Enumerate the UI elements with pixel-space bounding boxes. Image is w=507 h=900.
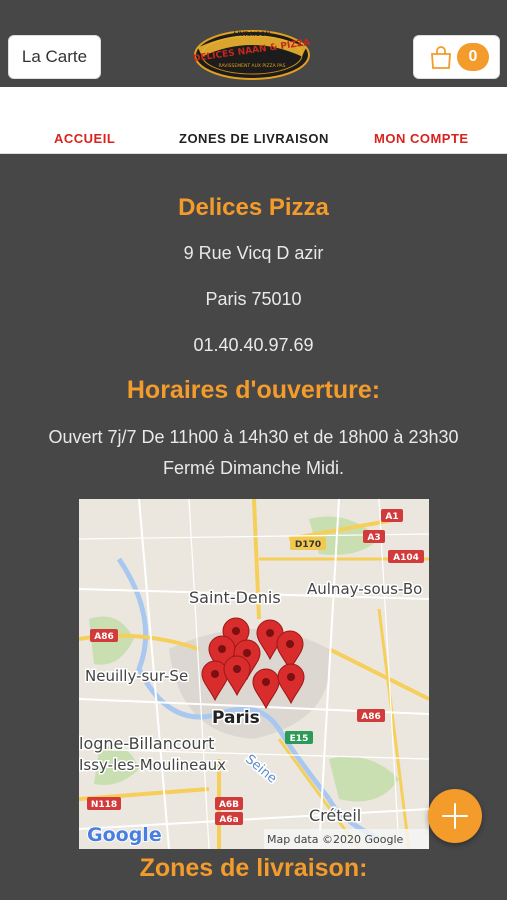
svg-text:A6a: A6a bbox=[219, 815, 238, 825]
shopping-bag-icon bbox=[431, 46, 451, 69]
nav-mon-compte[interactable]: MON COMPTE bbox=[374, 131, 469, 146]
svg-text:A1: A1 bbox=[385, 512, 398, 522]
map-pin-dot bbox=[233, 665, 241, 673]
plus-icon bbox=[442, 803, 468, 829]
address-line-2: Paris 75010 bbox=[205, 289, 302, 309]
label-aulnay: Aulnay-sous-Bo bbox=[307, 580, 422, 598]
la-carte-label: La Carte bbox=[21, 47, 88, 66]
svg-text:A86: A86 bbox=[361, 712, 381, 722]
svg-text:A6B: A6B bbox=[219, 800, 239, 810]
hours-title: Horaires d'ouverture: bbox=[126, 376, 381, 404]
hours-line-1: Ouvert 7j/7 De 11h00 à 14h30 et de 18h00… bbox=[48, 427, 459, 447]
app-header: La Carte LIVRAISON DELICES NAAN & PIZZA … bbox=[0, 0, 507, 87]
la-carte-button[interactable]: La Carte bbox=[8, 35, 101, 79]
nav-zones-de-livraison[interactable]: ZONES DE LIVRAISON bbox=[179, 131, 329, 146]
zones-title: Zones de livraison: bbox=[139, 854, 368, 882]
map-attribution: Map data ©2020 Google bbox=[267, 833, 403, 846]
svg-text:E15: E15 bbox=[290, 734, 309, 744]
cart-button[interactable]: 0 bbox=[413, 35, 500, 79]
map-pin-dot bbox=[262, 678, 270, 686]
map-pin-dot bbox=[266, 629, 274, 637]
svg-text:A3: A3 bbox=[367, 533, 380, 543]
map-pin-dot bbox=[286, 640, 294, 648]
svg-text:D170: D170 bbox=[295, 540, 321, 550]
map-pin-dot bbox=[243, 649, 251, 657]
main-nav: ACCUEIL ZONES DE LIVRAISON MON COMPTE bbox=[0, 87, 507, 154]
svg-text:N118: N118 bbox=[91, 800, 117, 810]
label-saint-denis: Saint-Denis bbox=[189, 588, 281, 607]
delivery-zone-map[interactable]: A1 D170 A3 A104 A86 A86 E15 N118 A6B A6a… bbox=[79, 499, 429, 849]
label-neuilly: Neuilly-sur-Se bbox=[85, 667, 188, 685]
map-pin-dot bbox=[218, 645, 226, 653]
svg-text:LIVRAISON: LIVRAISON bbox=[234, 31, 271, 38]
cart-count-badge: 0 bbox=[457, 43, 489, 71]
map-pin-dot bbox=[232, 627, 240, 635]
phone-number[interactable]: 01.40.40.97.69 bbox=[0, 335, 507, 356]
label-boulogne: logne-Billancourt bbox=[79, 734, 214, 753]
restaurant-logo[interactable]: LIVRAISON DELICES NAAN & PIZZA RAVISSEME… bbox=[192, 22, 312, 82]
nav-accueil[interactable]: ACCUEIL bbox=[54, 131, 115, 146]
map-canvas: A1 D170 A3 A104 A86 A86 E15 N118 A6B A6a… bbox=[79, 499, 429, 849]
label-issy: Issy-les-Moulineaux bbox=[79, 756, 226, 774]
add-fab-button[interactable] bbox=[428, 789, 482, 843]
label-paris: Paris bbox=[212, 708, 260, 728]
restaurant-name: Delices Pizza bbox=[178, 194, 329, 221]
svg-text:A86: A86 bbox=[94, 632, 114, 642]
label-creteil: Créteil bbox=[309, 806, 361, 825]
map-pin-dot bbox=[211, 670, 219, 678]
address-line-1: 9 Rue Vicq D azir bbox=[183, 243, 324, 263]
svg-text:RAVISSEMENT AUX PIZZA PAS: RAVISSEMENT AUX PIZZA PAS bbox=[219, 63, 286, 69]
google-logo: Google bbox=[87, 824, 162, 846]
map-pin-dot bbox=[287, 673, 295, 681]
hours-line-2: Fermé Dimanche Midi. bbox=[162, 458, 345, 478]
svg-text:A104: A104 bbox=[393, 553, 419, 563]
